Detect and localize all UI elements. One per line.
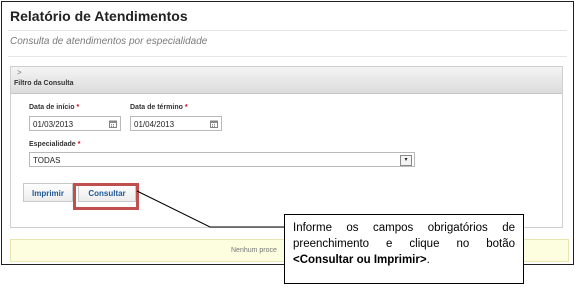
filter-panel-header[interactable]: > Filtro da Consulta <box>11 67 562 94</box>
instruction-callout: Informe os campos obrigatórios de preenc… <box>284 214 524 284</box>
print-button[interactable]: Imprimir <box>23 183 73 202</box>
start-date-label: Data de início * <box>29 104 79 111</box>
specialty-select[interactable]: TODAS ▾ <box>29 152 415 167</box>
calendar-icon[interactable] <box>109 120 117 128</box>
required-mark: * <box>77 141 81 148</box>
end-date-label: Data de término * <box>130 104 188 111</box>
consult-button-highlight <box>73 183 139 210</box>
message-text: Nenhum proce <box>231 247 277 254</box>
required-mark: * <box>76 104 80 111</box>
page-title: Relatório de Atendimentos <box>10 8 188 24</box>
callout-end: . <box>426 254 430 266</box>
chevron-right-icon[interactable]: > <box>17 68 22 77</box>
start-date-input[interactable]: 01/03/2013 <box>29 116 121 131</box>
title-divider <box>8 30 567 31</box>
callout-emphasis: <Consultar ou Imprimir> <box>293 254 427 266</box>
end-date-input[interactable]: 01/04/2013 <box>130 116 222 131</box>
specialty-label-text: Especialidade <box>29 141 76 148</box>
specialty-value: TODAS <box>33 156 61 165</box>
end-date-value: 01/04/2013 <box>134 120 175 129</box>
required-mark: * <box>184 104 188 111</box>
start-date-value: 01/03/2013 <box>33 120 74 129</box>
end-date-label-text: Data de término <box>130 104 183 111</box>
page-subtitle: Consulta de atendimentos por especialida… <box>10 36 208 47</box>
start-date-label-text: Data de início <box>29 104 75 111</box>
filter-panel-title: Filtro da Consulta <box>14 80 74 87</box>
subtitle-divider <box>8 56 567 57</box>
specialty-label: Especialidade * <box>29 141 80 148</box>
chevron-down-icon[interactable]: ▾ <box>400 155 412 166</box>
callout-text: Informe os campos obrigatórios de preenc… <box>293 222 515 250</box>
calendar-icon[interactable] <box>210 120 218 128</box>
